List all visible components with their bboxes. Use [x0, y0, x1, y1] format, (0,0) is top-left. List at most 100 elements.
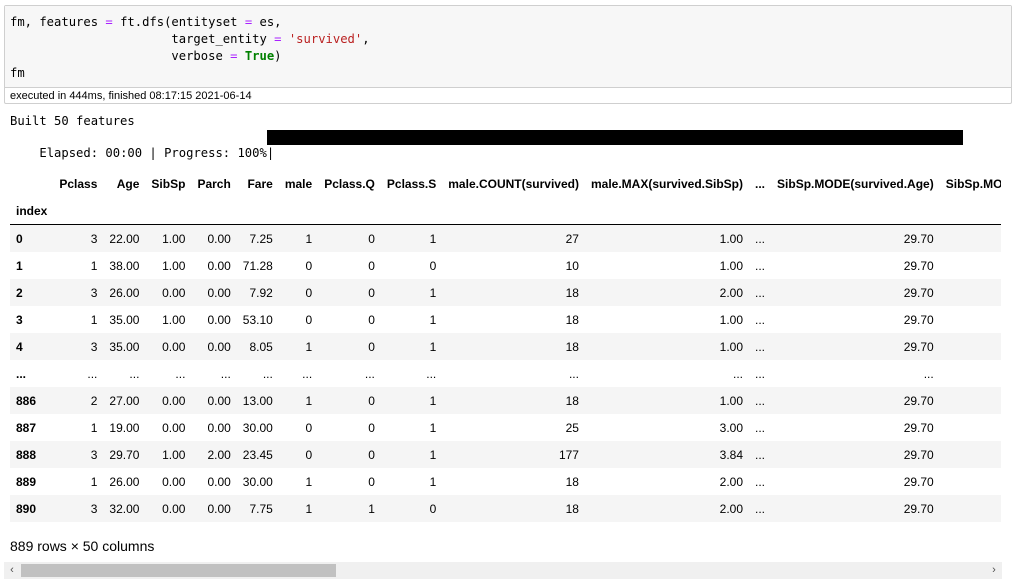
code-token: 'survived' [288, 32, 363, 46]
table-cell: 0.00 [207, 339, 231, 354]
table-cell: 0 [368, 285, 375, 300]
table-cell: 7.75 [249, 501, 273, 516]
scroll-right-arrow-icon[interactable]: › [986, 562, 1002, 579]
table-cell: 29.70 [903, 258, 934, 273]
row-index: 886 [16, 393, 37, 408]
code-line: fm [10, 65, 1006, 82]
table-cell: 0.00 [162, 393, 186, 408]
table-cell: 0.00 [162, 420, 186, 435]
stdout-output: Built 50 features Elapsed: 00:00 | Progr… [10, 113, 990, 160]
table-cell [940, 495, 1001, 522]
table-cell [940, 414, 1001, 441]
table-cell: 29.70 [903, 420, 934, 435]
table-cell [940, 279, 1001, 306]
stdout-line-progress: Elapsed: 00:00 | Progress: 100%| [10, 129, 990, 160]
table-cell: 18 [565, 501, 579, 516]
code-cell[interactable]: fm, features = ft.dfs(entityset = es, ta… [4, 5, 1012, 104]
column-header: Parch [197, 176, 231, 191]
corner-header [10, 170, 53, 197]
table-cell: ... [426, 366, 437, 381]
code-line: fm, features = ft.dfs(entityset = es, [10, 14, 1006, 31]
row-index: 3 [16, 312, 23, 327]
scrollbar-thumb[interactable] [21, 564, 336, 577]
table-cell: 18 [565, 339, 579, 354]
table-cell: 1 [368, 501, 375, 516]
table-cell: 1 [429, 474, 437, 489]
table-cell: 26.00 [109, 474, 140, 489]
code-editor[interactable]: fm, features = ft.dfs(entityset = es, ta… [5, 6, 1011, 88]
table-cell: 29.70 [903, 447, 934, 462]
table-cell: 1.00 [162, 312, 186, 327]
row-index: 1 [16, 258, 23, 273]
table-body: 0 3 22.00 1.00 0.00 7.25 1 0 1 27 1.00... 29.70 1 1 38… [10, 224, 1001, 522]
code-token: fm, features [10, 15, 106, 29]
dataframe-shape: 889 rows × 50 columns [10, 538, 155, 554]
table-row: 889 1 26.00 0.00 0.00 30.00 1 0 1 18 2.00... 29.70 [10, 468, 1001, 495]
table-cell: 1.00 [719, 312, 744, 327]
table-cell [940, 387, 1001, 414]
table-cell: 1 [90, 474, 98, 489]
table-cell: ... [755, 231, 766, 246]
table-cell: 30.00 [242, 420, 273, 435]
table-cell: 8.05 [249, 339, 273, 354]
code-token: fm [10, 66, 25, 80]
table-cell: 3.84 [719, 447, 744, 462]
table-cell: ... [129, 366, 140, 381]
table-cell: 0 [368, 312, 375, 327]
row-index: 4 [16, 339, 23, 354]
table-row: 1 1 38.00 1.00 0.00 71.28 0 0 0 10 1.00... 29.70 [10, 252, 1001, 279]
table-cell: 29.70 [903, 285, 934, 300]
column-header: Fare [247, 176, 273, 191]
index-header-filler [53, 197, 1001, 225]
table-cell: 1 [429, 312, 437, 327]
table-cell: 0 [429, 258, 437, 273]
table-cell: 3 [90, 339, 98, 354]
scroll-left-arrow-icon[interactable]: ‹ [4, 562, 20, 579]
table-cell: 1 [305, 231, 313, 246]
table-row: 0 3 22.00 1.00 0.00 7.25 1 0 1 27 1.00... 29.70 [10, 224, 1001, 252]
table-cell: 1.00 [162, 258, 186, 273]
table-row: 2 3 26.00 0.00 0.00 7.92 0 0 1 18 2.00... 29.70 [10, 279, 1001, 306]
table-row: 886 2 27.00 0.00 0.00 13.00 1 0 1 18 1.00... 29.70 [10, 387, 1001, 414]
table-cell: 71.28 [242, 258, 273, 273]
row-index: ... [16, 366, 27, 381]
table-cell: 29.70 [903, 501, 934, 516]
code-token: True [244, 49, 275, 63]
table-cell: 29.70 [109, 447, 140, 462]
row-index: 2 [16, 285, 23, 300]
table-cell: 2.00 [719, 285, 744, 300]
table-cell: ... [755, 501, 766, 516]
table-cell: 19.00 [109, 420, 140, 435]
table-cell: 25 [565, 420, 579, 435]
table-cell: 26.00 [109, 285, 140, 300]
code-token: = [274, 32, 282, 46]
horizontal-scrollbar[interactable]: ‹ › [4, 562, 1002, 579]
table-cell: 0 [429, 501, 437, 516]
table-cell: 3.00 [719, 420, 744, 435]
table-cell: 2.00 [719, 474, 744, 489]
table-cell: 0 [368, 474, 375, 489]
table-cell: 0.00 [207, 420, 231, 435]
column-header: ... [755, 176, 766, 191]
table-cell: 27 [565, 231, 579, 246]
table-cell: ... [755, 366, 766, 381]
table-cell: 18 [565, 393, 579, 408]
execution-info: executed in 444ms, finished 08:17:15 202… [10, 90, 252, 102]
row-index: 887 [16, 420, 37, 435]
table-cell: 0 [368, 258, 375, 273]
table-cell: 3 [90, 285, 98, 300]
table-cell: ... [175, 366, 186, 381]
table-cell: 1.00 [719, 231, 744, 246]
table-cell: 1 [305, 501, 313, 516]
table-cell: 0.00 [162, 285, 186, 300]
table-cell: 1 [429, 447, 437, 462]
column-header: SibSp.MODE [945, 176, 1001, 191]
table-cell: 0 [368, 393, 375, 408]
header-row: Pclass Age SibSp Parch Fare male Pclass.Q Pclas… [10, 170, 1001, 197]
table-cell: 1.00 [719, 393, 744, 408]
table-row: 890 3 32.00 0.00 0.00 7.75 1 1 0 18 2.00... 29.70 [10, 495, 1001, 522]
column-header: Pclass.Q [324, 176, 375, 191]
table-cell: ... [755, 312, 766, 327]
table-cell: 0.00 [207, 258, 231, 273]
